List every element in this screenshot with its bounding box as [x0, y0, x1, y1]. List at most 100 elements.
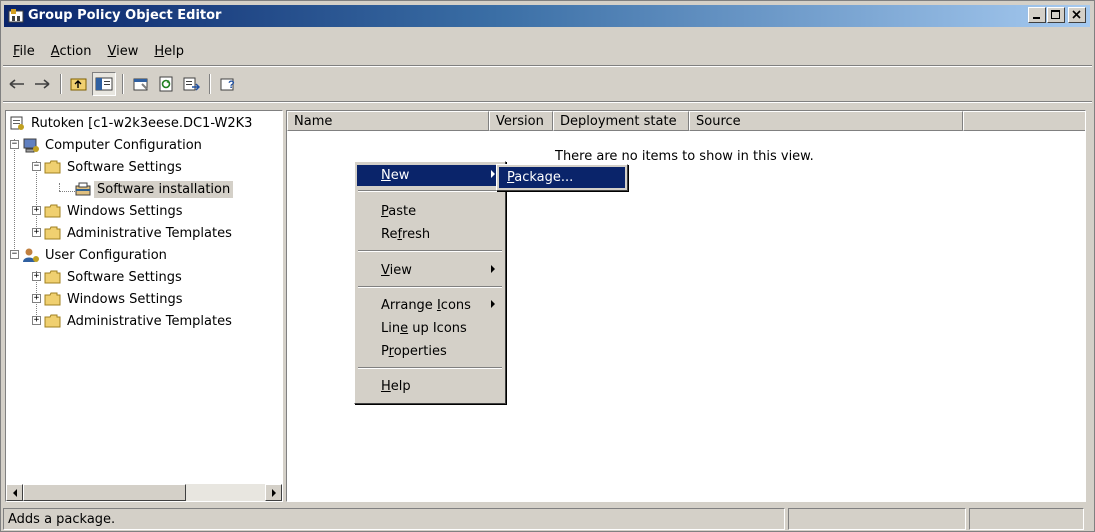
menu-action[interactable]: Action [43, 42, 100, 64]
tree-uc-admin-templates[interactable]: Administrative Templates [44, 311, 235, 331]
tree-label: Administrative Templates [67, 313, 232, 329]
policy-scroll-icon [10, 116, 24, 130]
new-submenu: Package... [496, 164, 628, 191]
title-bar[interactable]: Group Policy Object Editor [4, 5, 1090, 27]
tree-label: Administrative Templates [67, 225, 232, 241]
up-folder-icon [70, 78, 87, 91]
status-text: Adds a package. [3, 508, 785, 530]
tree-line [14, 139, 15, 253]
expand-toggle[interactable]: + [32, 206, 41, 215]
context-menu-help[interactable]: Help [357, 376, 503, 397]
menu-accel: V [381, 263, 390, 278]
column-header-version[interactable]: Version [489, 111, 553, 131]
help-button[interactable]: ? [216, 72, 240, 96]
back-button[interactable] [5, 72, 29, 96]
submenu-arrow-icon [491, 300, 495, 308]
menu-label: ew [390, 168, 410, 183]
menu-help-label: elp [164, 44, 185, 59]
expand-toggle[interactable]: + [32, 272, 41, 281]
context-menu-paste[interactable]: Paste [357, 201, 503, 222]
submenu-package[interactable]: Package... [499, 167, 625, 188]
tree-root[interactable]: Rutoken [c1-w2k3eese.DC1-W2K3 [8, 113, 255, 133]
folder-icon [44, 292, 61, 306]
export-list-button[interactable] [179, 72, 203, 96]
right-arrow-icon [271, 488, 276, 497]
refresh-button[interactable] [154, 72, 178, 96]
menu-file[interactable]: File [5, 42, 43, 64]
menu-label: aste [388, 204, 417, 219]
properties-button[interactable] [129, 72, 153, 96]
expand-toggle[interactable]: + [32, 294, 41, 303]
menu-label: Arrange [381, 298, 437, 313]
refresh-icon [159, 76, 173, 92]
context-menu-properties[interactable]: Properties [357, 341, 503, 362]
tree-horizontal-scrollbar[interactable] [6, 484, 282, 501]
console-tree[interactable]: Rutoken [c1-w2k3eese.DC1-W2K3 − Computer… [5, 110, 283, 502]
menu-help-accel: H [154, 44, 165, 59]
status-panel-3 [969, 508, 1084, 530]
context-menu-new[interactable]: New [357, 165, 503, 186]
user-icon [23, 248, 39, 262]
context-menu-view[interactable]: View [357, 260, 503, 281]
left-arrow-icon [12, 488, 17, 497]
status-bar: Adds a package. [1, 506, 1094, 531]
menu-view[interactable]: View [100, 42, 147, 64]
menu-accel: N [381, 168, 391, 183]
menu-accel: e [400, 321, 409, 336]
tree-label: Software installation [94, 180, 234, 198]
tree-computer-configuration[interactable]: Computer Configuration [22, 135, 205, 155]
menu-label: operties [393, 344, 447, 359]
export-list-icon [183, 77, 200, 91]
tree-cc-software-settings[interactable]: Software Settings [44, 157, 185, 177]
tree-cc-windows-settings[interactable]: Windows Settings [44, 201, 185, 221]
svg-text:?: ? [228, 79, 235, 91]
menu-help[interactable]: Help [146, 42, 192, 64]
tree-cc-software-installation[interactable]: Software installation [74, 179, 234, 199]
folder-icon [44, 204, 61, 218]
tree-label: Software Settings [67, 159, 182, 175]
collapse-toggle[interactable]: − [32, 162, 41, 171]
tree-label: Software Settings [67, 269, 182, 285]
context-menu: New Paste Refresh View Arrange Icons Lin… [354, 161, 506, 404]
maximize-button[interactable] [1047, 7, 1065, 23]
group-policy-icon [8, 9, 24, 23]
tree-uc-windows-settings[interactable]: Windows Settings [44, 289, 185, 309]
tree-user-configuration[interactable]: User Configuration [22, 245, 170, 265]
menu-separator [358, 190, 502, 192]
context-menu-line-up-icons[interactable]: Line up Icons [357, 318, 503, 339]
toolbar: ? [5, 71, 241, 97]
expand-toggle[interactable]: + [32, 316, 41, 325]
folder-icon [44, 314, 61, 328]
collapse-toggle[interactable]: − [10, 140, 19, 149]
menu-label: Lin [381, 321, 401, 336]
close-button[interactable] [1068, 7, 1086, 23]
tree-label: Windows Settings [67, 203, 183, 219]
menu-label: ackage... [514, 170, 574, 185]
minimize-icon [1033, 17, 1040, 19]
column-header-filler [963, 111, 1085, 131]
help-icon: ? [220, 78, 235, 91]
forward-button[interactable] [30, 72, 54, 96]
toolbar-separator [209, 74, 211, 94]
empty-view-message: There are no items to show in this view. [555, 149, 814, 164]
expand-toggle[interactable]: + [32, 228, 41, 237]
up-one-level-button[interactable] [67, 72, 91, 96]
show-hide-tree-button[interactable] [92, 72, 116, 96]
folder-icon [44, 160, 61, 174]
column-header-deployment-state[interactable]: Deployment state [553, 111, 689, 131]
context-menu-refresh[interactable]: Refresh [357, 224, 503, 245]
context-menu-arrange-icons[interactable]: Arrange Icons [357, 295, 503, 316]
menu-file-label: ile [19, 44, 35, 59]
tree-uc-software-settings[interactable]: Software Settings [44, 267, 185, 287]
menu-divider [3, 65, 1092, 67]
column-header-source[interactable]: Source [689, 111, 963, 131]
tree-root-label: Rutoken [c1-w2k3eese.DC1-W2K3 [31, 115, 253, 131]
collapse-toggle[interactable]: − [10, 250, 19, 259]
scroll-right-button[interactable] [265, 484, 282, 501]
tree-line [59, 183, 60, 191]
scroll-left-button[interactable] [6, 484, 23, 501]
tree-cc-admin-templates[interactable]: Administrative Templates [44, 223, 235, 243]
scroll-thumb[interactable] [23, 484, 186, 501]
column-header-name[interactable]: Name [287, 111, 489, 131]
minimize-button[interactable] [1028, 7, 1046, 23]
